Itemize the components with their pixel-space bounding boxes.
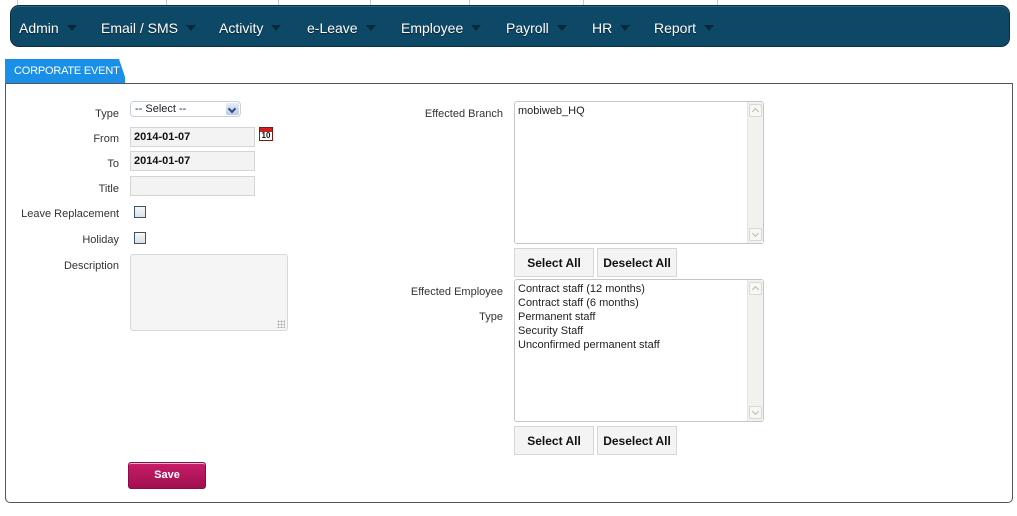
chevron-down-icon <box>556 25 567 32</box>
effected-employee-type-listbox[interactable]: Contract staff (12 months) Contract staf… <box>514 279 764 422</box>
type-select-value: -- Select -- <box>135 103 187 115</box>
to-label: To <box>107 158 119 170</box>
chevron-down-icon <box>271 25 282 32</box>
leave-replacement-label: Leave Replacement <box>21 208 119 220</box>
employee-type-select-all-button[interactable]: Select All <box>514 426 594 455</box>
type-label: Type <box>95 108 119 120</box>
chevron-down-icon <box>704 25 715 32</box>
list-item[interactable]: Contract staff (12 months) <box>518 282 660 296</box>
nav-item-activity[interactable]: Activity <box>219 6 282 46</box>
tab-label: CORPORATE EVENT <box>14 65 120 77</box>
effected-employee-type-label-2: Type <box>479 311 503 323</box>
tab-corporate-event[interactable]: CORPORATE EVENT <box>5 59 127 83</box>
branch-select-all-button[interactable]: Select All <box>514 248 594 277</box>
resize-grip-icon[interactable] <box>277 320 285 328</box>
branch-deselect-all-button[interactable]: Deselect All <box>597 248 677 277</box>
nav-label: Payroll <box>506 20 549 36</box>
list-item[interactable]: Unconfirmed permanent staff <box>518 338 660 352</box>
calendar-icon-number: 10 <box>261 131 271 140</box>
chevron-down-icon <box>66 25 77 32</box>
to-date-input[interactable]: 2014-01-07 <box>130 151 255 171</box>
list-item[interactable]: mobiweb_HQ <box>518 104 585 118</box>
scroll-up-icon[interactable] <box>749 104 762 117</box>
description-textarea[interactable] <box>130 254 288 331</box>
holiday-label: Holiday <box>82 234 119 246</box>
title-input[interactable] <box>130 176 255 196</box>
chevron-down-icon <box>186 25 197 32</box>
nav-label: Report <box>654 20 697 36</box>
nav-label: Activity <box>219 20 264 36</box>
branch-options: mobiweb_HQ <box>518 104 585 118</box>
effected-employee-type-label: Effected Employee <box>410 286 503 298</box>
nav-label: Employee <box>401 20 464 36</box>
effected-branch-listbox[interactable]: mobiweb_HQ <box>514 101 764 244</box>
employee-type-options: Contract staff (12 months) Contract staf… <box>518 282 660 352</box>
employee-type-deselect-all-button[interactable]: Deselect All <box>597 426 677 455</box>
nav-label: e-Leave <box>307 20 358 36</box>
nav-item-hr[interactable]: HR <box>592 6 631 46</box>
scrollbar[interactable] <box>747 280 763 421</box>
from-date-input[interactable]: 2014-01-07 <box>130 127 255 147</box>
chevron-down-icon <box>226 103 239 115</box>
list-item[interactable]: Permanent staff <box>518 310 660 324</box>
chevron-down-icon <box>471 25 482 32</box>
calendar-icon[interactable]: 10 <box>259 127 273 141</box>
nav-item-admin[interactable]: Admin <box>19 6 77 46</box>
scroll-down-icon[interactable] <box>749 406 762 419</box>
nav-item-email-sms[interactable]: Email / SMS <box>101 6 197 46</box>
title-label: Title <box>98 183 119 195</box>
chevron-down-icon <box>620 25 631 32</box>
nav-label: Email / SMS <box>101 20 179 36</box>
list-item[interactable]: Contract staff (6 months) <box>518 296 660 310</box>
scroll-down-icon[interactable] <box>749 228 762 241</box>
leave-replacement-checkbox[interactable] <box>134 206 146 218</box>
scroll-up-icon[interactable] <box>749 282 762 295</box>
type-select[interactable]: -- Select -- <box>130 101 241 117</box>
holiday-checkbox[interactable] <box>134 232 146 244</box>
nav-item-employee[interactable]: Employee <box>401 6 482 46</box>
effected-branch-label: Effected Branch <box>424 108 503 120</box>
save-button[interactable]: Save <box>128 462 206 489</box>
nav-item-report[interactable]: Report <box>654 6 715 46</box>
main-navbar: Admin Email / SMS Activity e-Leave Emplo… <box>10 5 1010 47</box>
nav-label: HR <box>592 20 613 36</box>
nav-item-payroll[interactable]: Payroll <box>506 6 567 46</box>
list-item[interactable]: Security Staff <box>518 324 660 338</box>
from-label: From <box>93 133 119 145</box>
description-label: Description <box>63 260 119 272</box>
nav-item-e-leave[interactable]: e-Leave <box>307 6 376 46</box>
scrollbar[interactable] <box>747 102 763 243</box>
chevron-down-icon <box>365 25 376 32</box>
nav-label: Admin <box>19 20 59 36</box>
